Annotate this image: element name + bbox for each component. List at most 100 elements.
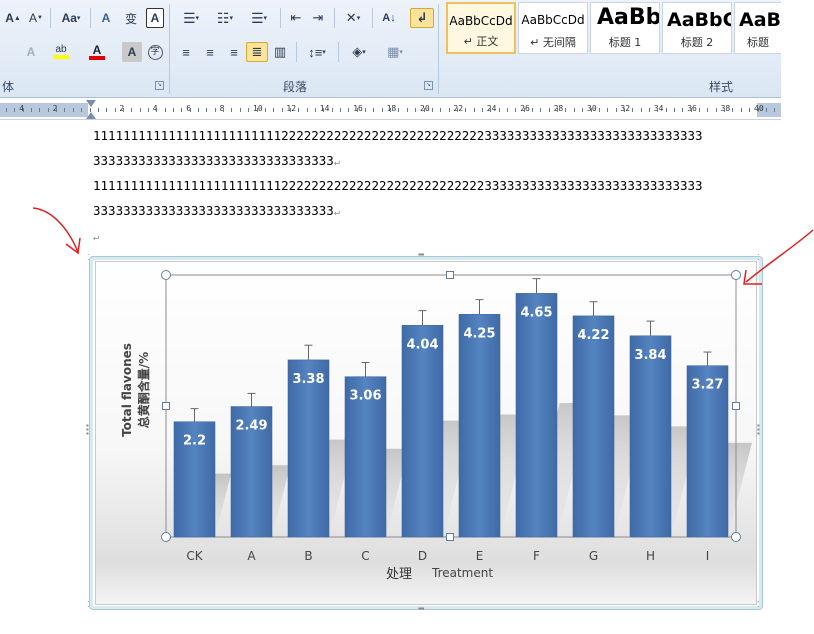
- shrink-font-button[interactable]: A ▼: [26, 8, 46, 28]
- ruler-tick: [648, 108, 650, 112]
- ruler-tick: [640, 108, 642, 112]
- chinese-layout-icon[interactable]: ✕ ▾: [338, 8, 368, 28]
- ruler-tick: [147, 108, 149, 112]
- shading-icon[interactable]: ◈ ▾: [344, 42, 374, 62]
- increase-indent-icon[interactable]: ⇥: [308, 8, 328, 28]
- ruler-number: 32: [620, 104, 631, 113]
- ruler-left-margin: [0, 103, 88, 117]
- indent-marker-icon[interactable]: [86, 100, 96, 107]
- ruler-tick: [515, 108, 517, 112]
- ruler-tick: [314, 108, 316, 112]
- ruler-tick: [448, 108, 450, 112]
- document-line-3[interactable]: 1111111111111111111111111222222222222222…: [93, 178, 763, 194]
- ruler-tick: [131, 108, 133, 112]
- ruler-tick: [298, 108, 300, 112]
- style-heading-2[interactable]: AaBbC 标题 2: [662, 2, 732, 54]
- frame-grip-left-icon[interactable]: ▪ ▪ ▪: [86, 422, 89, 438]
- frame-grip-top-icon[interactable]: ▪▪▪: [418, 250, 424, 259]
- ruler-number: 40: [754, 104, 764, 113]
- ruler-tick: [465, 108, 467, 112]
- highlight-icon[interactable]: ab: [48, 42, 74, 62]
- ruler-tick: [331, 108, 333, 112]
- bullets-icon[interactable]: ☰ ▾: [176, 8, 206, 28]
- style-normal[interactable]: AaBbCcDd ↵ 正文: [446, 2, 516, 54]
- character-border-icon[interactable]: A: [146, 8, 164, 28]
- ruler-tick: [523, 108, 525, 112]
- line-spacing-icon[interactable]: ↕≡ ▾: [302, 42, 332, 62]
- borders-icon[interactable]: ▦ ▾: [380, 42, 410, 62]
- empty-paragraph[interactable]: ↵: [93, 228, 763, 246]
- paragraph-dialog-launcher-icon[interactable]: ↘: [424, 81, 433, 90]
- ruler-number: 16: [353, 104, 363, 113]
- align-left-icon[interactable]: ≡: [176, 42, 196, 62]
- frame-corner-bl-icon[interactable]: ⁚: [87, 600, 89, 609]
- justify-icon[interactable]: ≣: [246, 42, 268, 62]
- style-no-spacing[interactable]: AaBbCcDd ↵ 无间隔: [518, 2, 588, 54]
- ruler-tick: [381, 108, 383, 112]
- ruler-tick: [481, 108, 483, 112]
- grow-font-button[interactable]: A ▲: [2, 8, 24, 28]
- ruler-tick: [749, 108, 751, 112]
- style-title[interactable]: AaBl 标题: [734, 2, 781, 54]
- ruler-tick: [256, 108, 258, 112]
- frame-grip-right-icon[interactable]: ▪ ▪ ▪: [757, 422, 760, 438]
- paragraph-mark: ↵: [333, 207, 340, 218]
- text-effects-icon[interactable]: A: [20, 42, 42, 62]
- ruler-tick: [239, 108, 241, 112]
- ruler-tick: [348, 108, 350, 112]
- hanging-indent-marker-icon[interactable]: [86, 112, 96, 119]
- decrease-indent-icon[interactable]: ⇤: [286, 8, 306, 28]
- frame-corner-tr-icon[interactable]: ⁚: [757, 253, 759, 262]
- ruler-number: 36: [687, 104, 697, 113]
- show-paragraph-marks-button[interactable]: ↲: [410, 8, 434, 28]
- phonetic-guide-icon[interactable]: 变: [120, 8, 142, 28]
- font-group-label: 体: [2, 80, 15, 94]
- ruler-number: 18: [386, 104, 397, 113]
- character-shading-icon[interactable]: A: [122, 42, 142, 62]
- clear-format-icon[interactable]: A: [96, 8, 116, 28]
- ruler-tick: [181, 108, 183, 112]
- numbering-icon[interactable]: ☷ ▾: [210, 8, 240, 28]
- document-line-1[interactable]: 1111111111111111111111111222222222222222…: [93, 128, 763, 144]
- ruler-tick: [674, 108, 675, 112]
- ruler-number: 30: [587, 104, 597, 113]
- frame-corner-br-icon[interactable]: ⁚: [757, 600, 759, 609]
- ruler-tick: [22, 108, 24, 112]
- ruler-tick: [573, 108, 575, 112]
- horizontal-ruler[interactable]: 4 2 2 4 6 8 10 12 14 16 18 20 22 24 26 28 30 32 34 36 38 40: [0, 100, 781, 120]
- ruler-tick: [356, 108, 358, 112]
- ruler-tick: [456, 108, 458, 112]
- change-case-button[interactable]: Aa ▾: [56, 8, 86, 28]
- ruler-tick: [39, 108, 41, 112]
- ruler-tick: [440, 108, 442, 112]
- document-line-2[interactable]: 33333333333333333333333333333333↵: [93, 153, 763, 171]
- align-right-icon[interactable]: ≡: [224, 42, 244, 62]
- ruler-tick: [398, 108, 400, 112]
- ruler-tick: [323, 108, 325, 112]
- frame-grip-bottom-icon[interactable]: ▪▪▪: [418, 604, 424, 613]
- align-center-icon[interactable]: ≡: [200, 42, 220, 62]
- font-dialog-launcher-icon[interactable]: ↘: [155, 81, 164, 90]
- ruler-tick: [415, 108, 417, 112]
- document-line-4[interactable]: 33333333333333333333333333333333↵: [93, 203, 763, 221]
- enclose-characters-icon[interactable]: 字: [146, 42, 164, 62]
- ruler-number: 24: [486, 104, 497, 113]
- ruler-tick: [214, 108, 216, 112]
- ruler-tick: [289, 108, 291, 112]
- font-color-icon[interactable]: A: [84, 42, 110, 62]
- distributed-icon[interactable]: ▥: [270, 42, 290, 62]
- style-heading-1[interactable]: AaBb 标题 1: [590, 2, 660, 54]
- paragraph-mark: ↵: [333, 157, 340, 168]
- ruler-tick: [306, 108, 308, 112]
- ruler-tick: [615, 108, 617, 112]
- multilevel-list-icon[interactable]: ☰ ▾: [244, 8, 274, 28]
- ruler-number: 22: [453, 104, 464, 113]
- chart-area[interactable]: [95, 261, 757, 605]
- ruler-tick: [682, 108, 684, 112]
- ruler-tick: [47, 108, 49, 112]
- frame-corner-tl-icon[interactable]: ⁚: [87, 253, 89, 262]
- ruler-tick: [740, 108, 742, 112]
- document-line-4-text: 33333333333333333333333333333333: [93, 203, 334, 218]
- sort-icon[interactable]: A↓: [378, 8, 400, 28]
- ruler-tick: [122, 108, 124, 112]
